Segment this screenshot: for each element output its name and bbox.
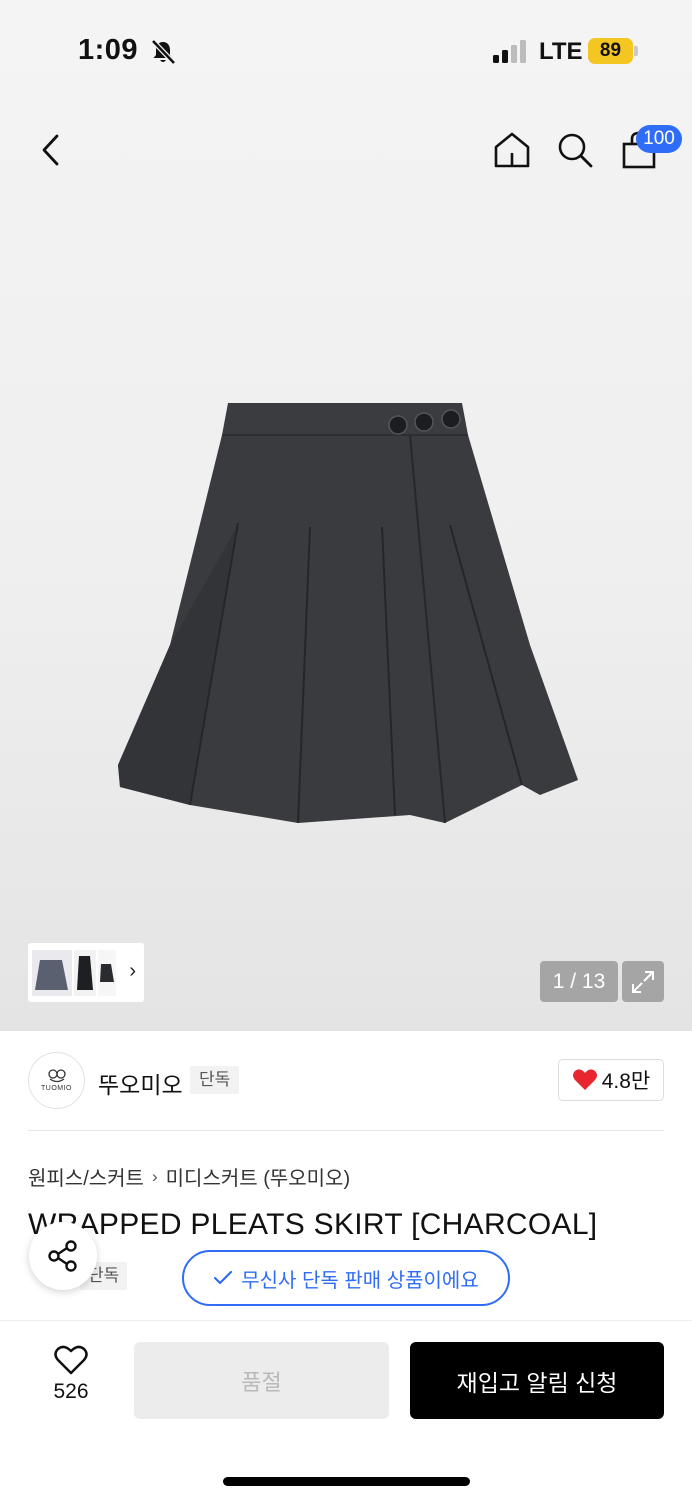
check-icon [214,1270,233,1285]
status-time: 1:09 [78,34,139,66]
search-icon [558,133,593,168]
soldout-button: 품절 [134,1342,389,1419]
breadcrumb-separator: › [151,1166,158,1186]
network-type: LTE [539,38,583,65]
bell-off-icon [151,39,176,65]
back-button[interactable] [26,126,74,174]
home-icon [494,132,530,168]
chevron-left-icon [42,134,59,166]
share-icon [48,1240,77,1272]
thumbnail-strip[interactable]: › [28,943,144,1002]
brand-like-count: 4.8만 [601,1070,651,1093]
brand-name[interactable]: 뚜오미오 [98,1066,183,1100]
breadcrumb-category[interactable]: 원피스/스커트 [28,1162,144,1191]
home-indicator [223,1477,470,1486]
brand-logo-text: TUOMIO [41,1085,72,1092]
wishlist-button[interactable]: 526 [36,1344,106,1414]
expand-button[interactable] [622,961,664,1002]
signal-icon [493,40,526,63]
wishlist-count: 526 [53,1380,89,1403]
breadcrumb: 원피스/스커트 › 미디스커트 (뚜오미오) [28,1162,350,1191]
brand-logo[interactable]: TUOMIO [28,1052,85,1109]
product-title: WRAPPED PLEATS SKIRT [CHARCOAL] [28,1208,598,1241]
battery-icon: 89 [588,38,638,64]
heart-outline-icon [54,1345,88,1375]
home-button[interactable] [488,126,536,174]
brand-like-button[interactable]: 4.8만 [558,1059,664,1101]
product-gallery[interactable]: 1:09 LTE 89 100 › 1 / 13 [0,0,692,1031]
battery-cap [634,46,638,56]
expand-icon [632,970,654,993]
product-image[interactable] [110,395,582,831]
exclusive-tag: 단독 [190,1066,240,1094]
thumbnail-next-arrow[interactable]: › [129,960,136,983]
share-button[interactable] [29,1222,97,1290]
heart-filled-icon [572,1069,597,1090]
thumbnail-images [32,949,116,996]
cart-count-badge: 100 [636,125,682,153]
exclusive-notice-pill[interactable]: 무신사 단독 판매 상품이에요 [182,1250,510,1306]
divider [28,1130,664,1131]
battery-level: 89 [588,38,633,64]
restock-alert-button[interactable]: 재입고 알림 신청 [410,1342,664,1419]
exclusive-notice-text: 무신사 단독 판매 상품이에요 [241,1269,479,1292]
search-button[interactable] [551,126,599,174]
brand-logo-icon [47,1069,66,1083]
breadcrumb-subcategory[interactable]: 미디스커트 (뚜오미오) [166,1162,350,1191]
image-page-counter: 1 / 13 [540,961,618,1002]
